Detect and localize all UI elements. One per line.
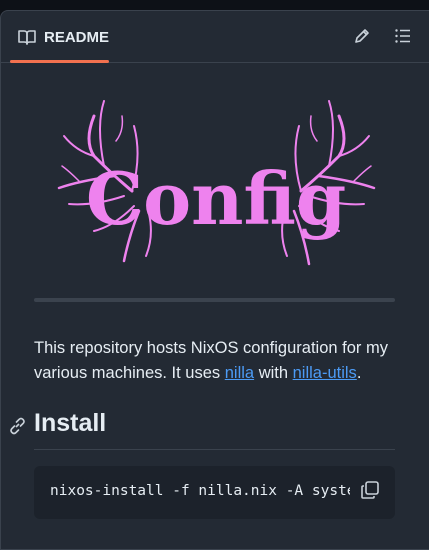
install-heading: Install (34, 409, 107, 437)
readme-tab[interactable]: README (10, 11, 109, 63)
list-icon[interactable] (394, 27, 412, 45)
intro-paragraph: This repository hosts NixOS configuratio… (34, 336, 406, 386)
readme-tab-label: README (43, 28, 109, 46)
heading-rule (34, 449, 395, 450)
readme-tabbar: README (1, 11, 429, 63)
link-icon[interactable] (8, 417, 26, 435)
nilla-link[interactable]: nilla (225, 364, 254, 382)
active-tab-indicator (10, 60, 109, 63)
copy-icon[interactable] (360, 480, 380, 500)
intro-text-end: . (356, 364, 362, 382)
pencil-icon[interactable] (353, 27, 371, 45)
config-logo-text: Config (86, 156, 346, 241)
install-command: nixos-install -f nilla.nix -A systems.ni… (50, 483, 350, 499)
book-icon (18, 30, 36, 45)
code-block: nixos-install -f nilla.nix -A systems.ni… (34, 466, 395, 519)
config-logo-image: Config (57, 100, 376, 266)
intro-text-middle: with (254, 364, 293, 382)
nilla-utils-link[interactable]: nilla-utils (293, 364, 357, 382)
logo-divider (34, 298, 395, 302)
